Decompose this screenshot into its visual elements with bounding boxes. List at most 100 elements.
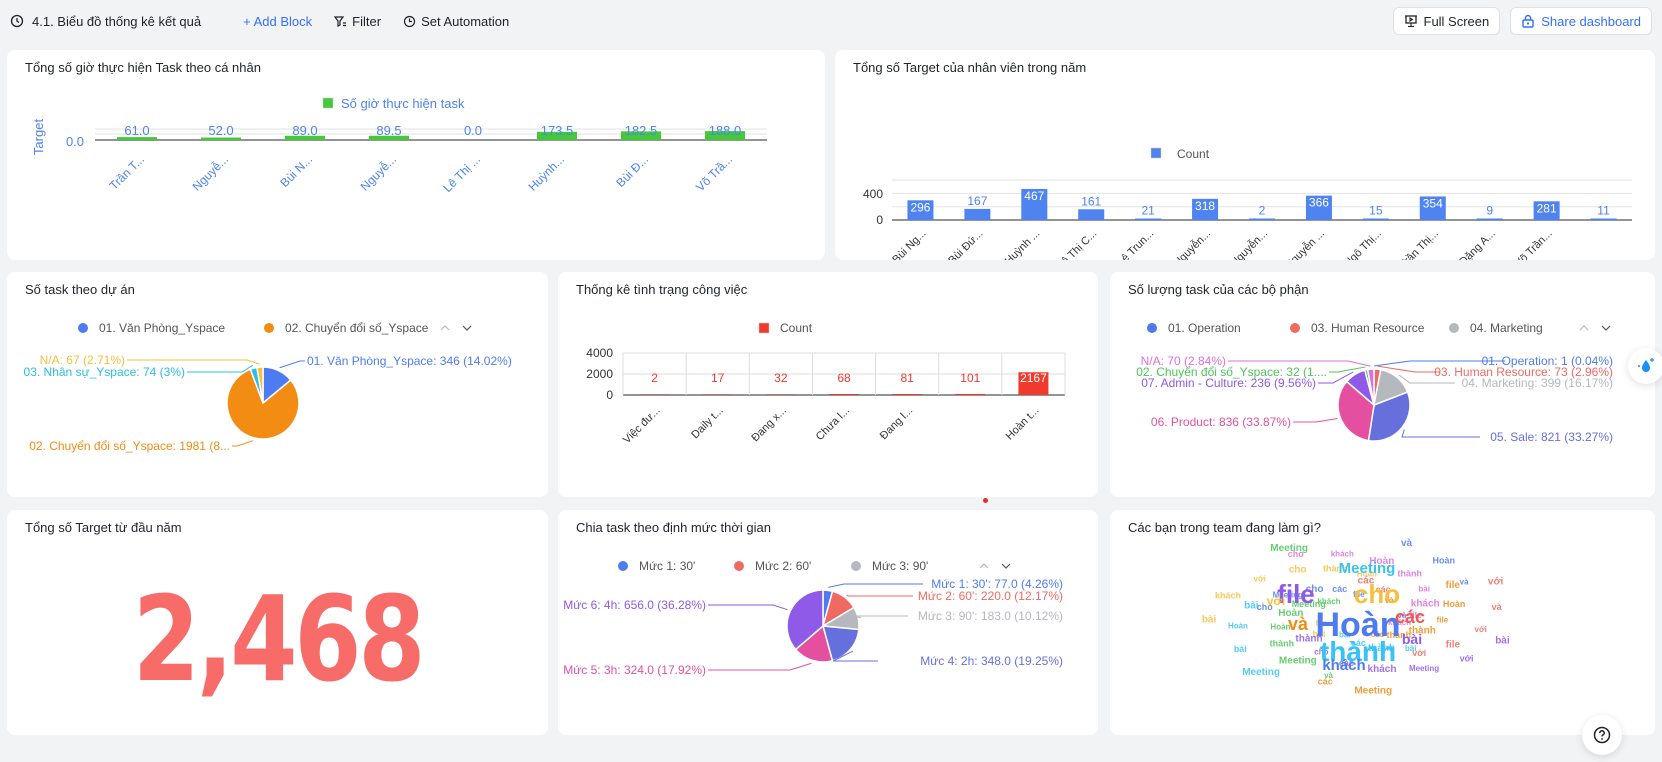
card-target-per-employee: Tổng số Target của nhân viên trong năm C… <box>835 50 1655 260</box>
full-screen-label: Full Screen <box>1423 13 1490 29</box>
legend-label: Mức 2: 60' <box>755 559 811 573</box>
word-cloud: vàbàicácbàichofilevàchobàifilecácthànhMe… <box>1202 538 1510 696</box>
bar <box>1078 209 1105 220</box>
legend-next-page-icon <box>1001 563 1011 569</box>
legend-label: 03. Human Resource <box>1311 321 1425 335</box>
wordcloud-word: các <box>1332 584 1347 594</box>
legend-marker <box>851 561 861 571</box>
presentation-icon <box>1404 15 1417 28</box>
pie-leader-line <box>708 604 788 611</box>
pie-data-label: 05. Sale: 821 (33.27%) <box>1490 430 1613 444</box>
x-tick-label: Lê Thị ... <box>440 152 483 195</box>
legend-marker <box>78 323 88 333</box>
y-tick-label: 400 <box>863 187 883 201</box>
bar-value-label: 11 <box>1597 204 1610 218</box>
add-block-button[interactable]: + Add Block <box>243 14 312 29</box>
bar-value-label: 188.0 <box>709 123 742 138</box>
bar <box>892 394 923 395</box>
wordcloud-word: thành <box>1270 638 1295 648</box>
bar <box>964 208 991 220</box>
ai-assistant-button[interactable] <box>1628 348 1662 384</box>
wordcloud-word: Meeting <box>1279 656 1317 667</box>
x-tick-label: Bùi Đ... <box>613 152 651 190</box>
wordcloud-word: cho <box>1354 579 1400 609</box>
pie-data-label: 04. Marketing: 399 (16.17%) <box>1462 376 1613 390</box>
x-tick-label: Chưa l... <box>814 405 852 443</box>
wordcloud-word: Hoàn <box>1433 555 1456 565</box>
legend-next-page-icon <box>1601 325 1611 331</box>
bar-value-label: 281 <box>1537 201 1557 215</box>
full-screen-button[interactable]: Full Screen <box>1392 7 1501 35</box>
bar-value-label: 167 <box>967 194 987 208</box>
bar-value-label: 0.0 <box>464 123 482 138</box>
legend-marker <box>618 561 628 571</box>
wordcloud-word: cho <box>1289 565 1307 576</box>
bar-value-label: 366 <box>1309 196 1329 210</box>
legend-swatch <box>322 97 334 109</box>
pie-data-label: 01. Văn Phòng_Yspace: 346 (14.02%) <box>307 354 512 368</box>
bar-value-label: 467 <box>1024 189 1044 203</box>
bar-value-label: 101 <box>960 371 980 385</box>
legend-label: 01. Văn Phòng_Yspace <box>99 321 225 335</box>
filter-icon <box>334 15 347 27</box>
legend-prev-page-icon <box>1579 325 1589 331</box>
x-tick-label: Nguyễn... <box>1228 227 1270 260</box>
pie-data-label: N/A: 67 (2.71%) <box>40 353 125 367</box>
card-time-quota: Chia task theo định mức thời gian Mức 1:… <box>558 510 1098 735</box>
legend-swatch <box>758 322 770 334</box>
x-tick-label: Lê Thị C... <box>1055 228 1099 260</box>
legend-prev-page-icon <box>979 563 989 569</box>
total-target-value: 2,468 <box>132 570 426 708</box>
pie-leader-line <box>1401 429 1480 438</box>
x-tick-label: Việc đư... <box>621 405 663 447</box>
set-automation-button[interactable]: Set Automation <box>403 14 509 29</box>
time-quota-pie-chart: Mức 1: 30' Mức 2: 60' Mức 3: 90'Mức 1: 30'… <box>563 559 1063 677</box>
pie-leader-line <box>232 440 254 447</box>
y-tick-label: 4000 <box>586 346 613 360</box>
bar-value-label: 61.0 <box>124 123 149 138</box>
help-button[interactable] <box>1582 715 1622 755</box>
wordcloud-word: khách <box>1331 550 1354 559</box>
pie-leader-line <box>708 662 812 671</box>
wordcloud-word: bài <box>1202 614 1217 625</box>
wordcloud-word: các <box>1318 677 1333 687</box>
pie-data-label: Mức 6: 4h: 656.0 (36.28%) <box>563 598 706 612</box>
filter-label: Filter <box>352 13 382 29</box>
x-tick-label: Daily t... <box>689 405 726 442</box>
legend-next-page-icon <box>462 325 472 331</box>
bar-value-label: 296 <box>910 200 930 214</box>
bar <box>639 394 670 395</box>
filter-button[interactable]: Filter <box>334 14 381 29</box>
help-icon <box>1593 726 1611 744</box>
pie-data-label: 02. Chuyển đổi số_Yspace: 1981 (8... <box>29 439 230 453</box>
wordcloud-word: với <box>1475 625 1487 634</box>
legend-label: Mức 3: 90' <box>872 559 928 573</box>
share-dashboard-button[interactable]: Share dashboard <box>1510 7 1652 35</box>
set-automation-label: Set Automation <box>421 13 510 29</box>
x-tick-label: Hoàn t... <box>1004 405 1042 443</box>
bar-value-label: 17 <box>711 371 725 385</box>
dashboard-title-group: 4.1. Biểu đồ thống kê kết quả <box>10 14 201 29</box>
x-tick-label: Lê Trun... <box>1115 228 1156 260</box>
wordcloud-word: và <box>1460 577 1469 586</box>
wordcloud-word: bài <box>1244 601 1259 612</box>
wordcloud-word: Hoàn <box>1228 622 1248 631</box>
x-tick-label: Trần Thị... <box>1397 228 1441 260</box>
department-pie-chart: 01. Operation 03. Human Resource 04. Marke… <box>1136 321 1613 444</box>
x-tick-label: Bùi Đứ... <box>946 228 985 260</box>
bar-value-label: 32 <box>774 371 788 385</box>
y-axis-label: Target <box>31 119 46 156</box>
pie-leader-line <box>846 594 913 597</box>
pie-data-label: Mức 2: 60': 220.0 (12.17%) <box>918 589 1063 603</box>
bar <box>829 394 859 395</box>
x-tick-label: Bùi N... <box>277 152 315 190</box>
bar-value-label: 15 <box>1369 204 1383 218</box>
bar-value-label: 89.5 <box>376 123 401 138</box>
bar <box>1135 218 1162 220</box>
page-indicator-dot <box>983 498 988 503</box>
legend-label: 01. Operation <box>1168 321 1241 335</box>
card-task-by-project: Số task theo dự án 01. Văn Phòng_Yspace 0… <box>7 272 548 497</box>
wordcloud-word: Meeting <box>1354 685 1392 696</box>
wordcloud-word: Meeting <box>1270 543 1308 554</box>
card-title: Tổng số Target từ đầu năm <box>25 520 182 535</box>
